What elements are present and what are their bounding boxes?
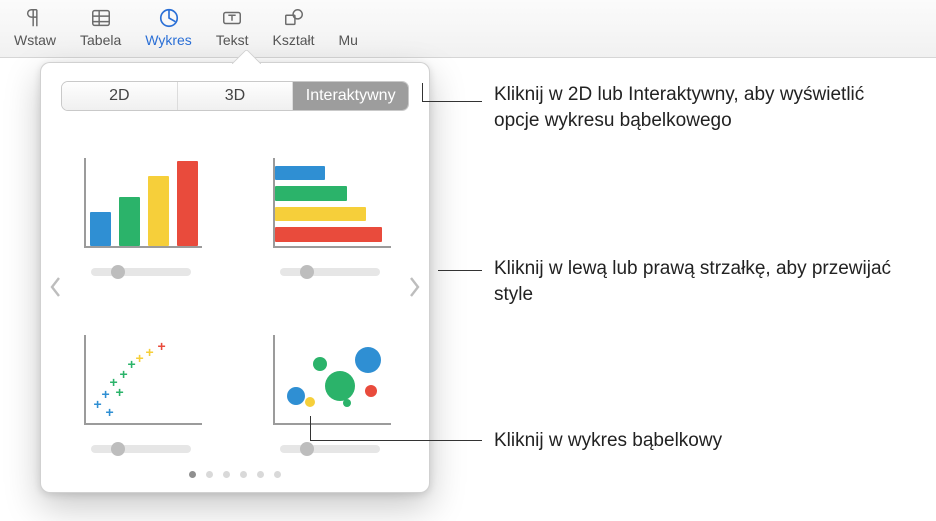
chart-thumb-bubble[interactable] — [250, 298, 409, 453]
callout-bubble: Kliknij w wykres bąbelkowy — [494, 428, 914, 454]
tool-label: Mu — [339, 32, 358, 48]
textbox-icon — [219, 6, 245, 30]
callout-line — [422, 101, 482, 102]
pie-icon — [156, 6, 182, 30]
chart-thumb-bar-vertical[interactable] — [61, 121, 220, 276]
pager-dot[interactable] — [223, 471, 230, 478]
tool-chart[interactable]: Wykres — [145, 6, 192, 48]
chart-preview-icon — [265, 150, 395, 260]
tab-interactive[interactable]: Interaktywny — [292, 82, 408, 110]
tool-insert[interactable]: Wstaw — [14, 6, 56, 48]
chart-preview-icon: + + + + + + + + + + — [76, 327, 206, 437]
tool-label: Tekst — [216, 32, 249, 48]
shapes-icon — [281, 6, 307, 30]
callout-line — [310, 440, 482, 441]
pager-dot[interactable] — [240, 471, 247, 478]
chart-preview-icon — [76, 150, 206, 260]
pager-dot[interactable] — [274, 471, 281, 478]
thumb-slider[interactable] — [91, 268, 191, 276]
chart-thumb-bar-horizontal[interactable] — [250, 121, 409, 276]
thumb-slider[interactable] — [280, 268, 380, 276]
toolbar: Wstaw Tabela Wykres Tekst Kształt Mu — [0, 0, 936, 58]
tool-table[interactable]: Tabela — [80, 6, 121, 48]
tool-label: Tabela — [80, 32, 121, 48]
callout-line — [422, 83, 423, 101]
pager-dot[interactable] — [206, 471, 213, 478]
chart-dimension-segmented: 2D 3D Interaktywny — [61, 81, 409, 111]
pager-dot[interactable] — [189, 471, 196, 478]
callout-tabs: Kliknij w 2D lub Interaktywny, aby wyświ… — [494, 82, 914, 133]
chart-style-grid: + + + + + + + + + + — [61, 121, 409, 453]
callout-arrows: Kliknij w lewą lub prawą strzałkę, aby p… — [494, 256, 924, 307]
tool-label: Kształt — [273, 32, 315, 48]
tab-3d[interactable]: 3D — [177, 82, 293, 110]
tool-media-truncated[interactable]: Mu — [339, 6, 358, 48]
chart-thumb-scatter-plus[interactable]: + + + + + + + + + + — [61, 298, 220, 453]
tool-label: Wykres — [145, 32, 192, 48]
pager-dots — [41, 471, 429, 478]
thumb-slider[interactable] — [91, 445, 191, 453]
pilcrow-icon — [22, 6, 48, 30]
tool-label: Wstaw — [14, 32, 56, 48]
callout-line — [438, 270, 482, 271]
tab-2d[interactable]: 2D — [62, 82, 177, 110]
thumb-slider[interactable] — [280, 445, 380, 453]
tool-text[interactable]: Tekst — [216, 6, 249, 48]
chart-picker-popover: 2D 3D Interaktywny — [40, 62, 430, 493]
chart-preview-icon — [265, 327, 395, 437]
table-icon — [88, 6, 114, 30]
callout-line — [310, 416, 311, 440]
pager-dot[interactable] — [257, 471, 264, 478]
tool-shape[interactable]: Kształt — [273, 6, 315, 48]
